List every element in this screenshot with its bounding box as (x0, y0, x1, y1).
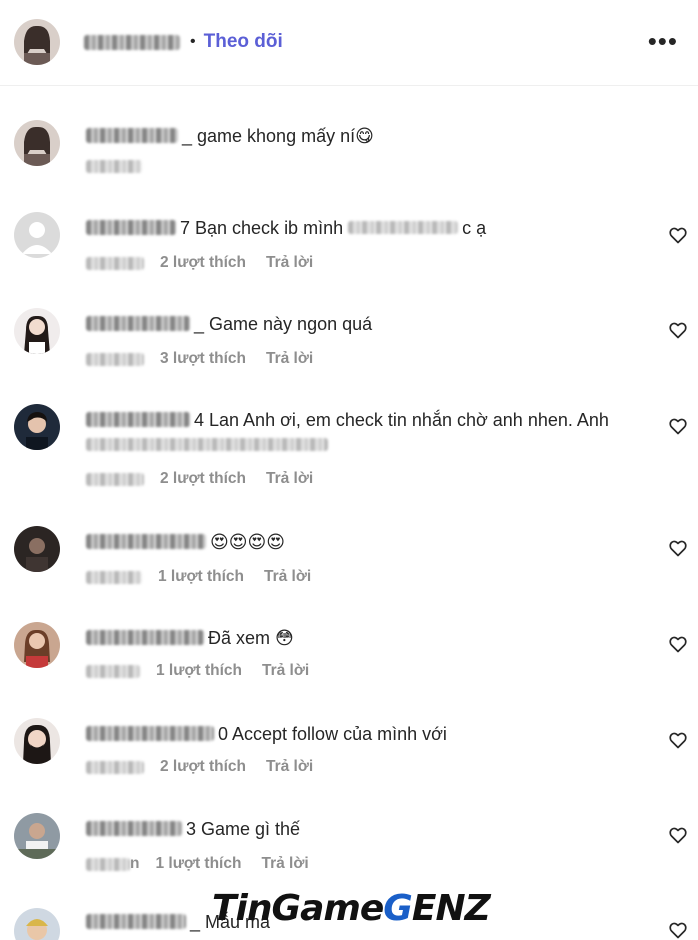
heart-icon[interactable] (668, 320, 688, 340)
commenter-avatar[interactable] (14, 718, 60, 764)
more-options-icon[interactable]: ••• (648, 28, 678, 54)
like-count[interactable]: 2 lượt thích (160, 470, 246, 488)
comment-body: _ game khong mấy ní (182, 126, 356, 146)
comment-body-tail: c ạ (462, 218, 487, 238)
like-count[interactable]: 2 lượt thích (160, 758, 246, 776)
separator-dot: • (190, 33, 196, 50)
heart-icon[interactable] (668, 920, 688, 940)
reply-button[interactable]: Trả lời (262, 662, 309, 680)
commenter-username-redacted[interactable] (86, 820, 182, 836)
comment-text: 7 Bạn check ib mình c ạ (86, 216, 646, 241)
comment-meta (86, 160, 142, 173)
comment-text: 0 Accept follow của mình với (86, 722, 646, 747)
comment-text: Đã xem 😳 (86, 626, 646, 651)
comment-body: 4 Lan Anh ơi, em check tin nhắn chờ anh … (194, 410, 609, 430)
commenter-username-redacted[interactable] (86, 219, 176, 235)
reply-button[interactable]: Trả lời (266, 758, 313, 776)
reply-button[interactable]: Trả lời (266, 350, 313, 368)
commenter-username-redacted[interactable] (86, 315, 190, 331)
commenter-username-redacted[interactable] (86, 629, 204, 645)
commenter-username-redacted[interactable] (86, 533, 206, 549)
timestamp-redacted (86, 857, 130, 871)
comment-meta: 1 lượt thích Trả lời (86, 662, 309, 680)
emoji: 😍😍😍😍 (210, 532, 286, 552)
commenter-username-redacted[interactable] (86, 725, 214, 741)
commenter-avatar[interactable] (14, 404, 60, 450)
comment-body: Đã xem (208, 628, 271, 648)
like-count[interactable]: 3 lượt thích (160, 350, 246, 368)
reply-button[interactable]: Trả lời (266, 470, 313, 488)
commenter-avatar[interactable] (14, 308, 60, 354)
follow-button[interactable]: Theo dõi (204, 31, 283, 53)
redacted-text (86, 437, 328, 451)
commenter-avatar[interactable] (14, 908, 60, 940)
site-watermark: TinGameGENZ (212, 888, 491, 929)
commenter-avatar-default[interactable] (14, 212, 60, 258)
comment-body: 0 Accept follow của mình với (218, 724, 447, 744)
comment-text: _ Game này ngon quá (86, 312, 646, 337)
comment-meta: n 1 lượt thích Trả lời (86, 855, 309, 873)
commenter-avatar[interactable] (14, 526, 60, 572)
commenter-avatar[interactable] (14, 622, 60, 668)
timestamp-redacted (86, 664, 140, 678)
commenter-username-redacted[interactable] (86, 913, 186, 929)
commenter-avatar[interactable] (14, 120, 60, 166)
comment-meta: 1 lượt thích Trả lời (86, 568, 311, 586)
watermark-part1: TinGame (212, 888, 384, 929)
timestamp-tail: n (130, 855, 140, 872)
heart-icon[interactable] (668, 634, 688, 654)
reply-button[interactable]: Trả lời (264, 568, 311, 586)
heart-icon[interactable] (668, 825, 688, 845)
timestamp-redacted (86, 352, 144, 366)
comment-meta: 2 lượt thích Trả lời (86, 758, 313, 776)
heart-icon[interactable] (668, 538, 688, 558)
comment-body: 3 Game gì thế (186, 819, 301, 839)
watermark-part2: G (383, 888, 413, 929)
comment-meta: 2 lượt thích Trả lời (86, 470, 313, 488)
timestamp-redacted (86, 256, 144, 270)
heart-icon[interactable] (668, 225, 688, 245)
commenter-username-redacted[interactable] (86, 411, 190, 427)
comment-meta: 2 lượt thích Trả lời (86, 254, 313, 272)
heart-icon[interactable] (668, 730, 688, 750)
author-avatar[interactable] (14, 19, 60, 65)
emoji: 😳 (275, 628, 294, 648)
comment-meta: 3 lượt thích Trả lời (86, 350, 313, 368)
timestamp-redacted (86, 570, 142, 584)
watermark-part3: ENZ (411, 888, 491, 929)
comment-text: _ game khong mấy ní😋 (86, 124, 646, 149)
comment-text: 😍😍😍😍 (86, 530, 646, 555)
author-username-redacted[interactable] (84, 34, 180, 50)
timestamp-redacted (86, 472, 144, 486)
redacted-text (348, 220, 459, 234)
author-line: • Theo dõi (84, 31, 283, 53)
timestamp-redacted (86, 760, 144, 774)
reply-button[interactable]: Trả lời (261, 855, 308, 873)
like-count[interactable]: 1 lượt thích (155, 855, 241, 873)
timestamp-redacted[interactable] (86, 160, 142, 173)
commenter-username-redacted[interactable] (86, 127, 178, 143)
emoji: 😋 (355, 126, 374, 146)
like-count[interactable]: 2 lượt thích (160, 254, 246, 272)
heart-icon[interactable] (668, 416, 688, 436)
like-count[interactable]: 1 lượt thích (158, 568, 244, 586)
comment-body: _ Game này ngon quá (194, 314, 373, 334)
post-header: • Theo dõi ••• (0, 0, 698, 86)
comment-body: 7 Bạn check ib mình (180, 218, 344, 238)
comment-text: 4 Lan Anh ơi, em check tin nhắn chờ anh … (86, 408, 646, 458)
comment-text: 3 Game gì thế (86, 817, 646, 842)
reply-button[interactable]: Trả lời (266, 254, 313, 272)
like-count[interactable]: 1 lượt thích (156, 662, 242, 680)
commenter-avatar[interactable] (14, 813, 60, 859)
